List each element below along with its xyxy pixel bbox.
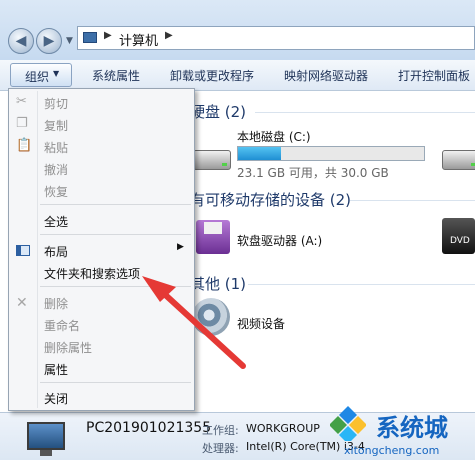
watermark-url: xitongcheng.com: [344, 444, 440, 457]
annotation-arrow-shaft: [157, 287, 246, 369]
annotation-arrow: [142, 276, 246, 369]
watermark-title: 系统城: [376, 414, 448, 442]
watermark-logo-icon: [330, 406, 366, 441]
